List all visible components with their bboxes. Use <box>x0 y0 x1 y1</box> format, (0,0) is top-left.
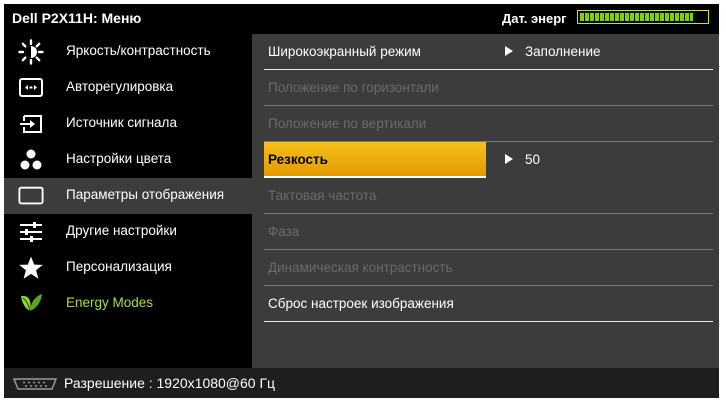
energy-meter <box>577 10 709 24</box>
osd-menu: Dell P2X11H: Меню Дат. энерг Яркость/кон… <box>4 4 719 398</box>
option-label: Фаза <box>268 224 300 239</box>
sidebar-item-label: Energy Modes <box>66 295 154 310</box>
display-settings-icon <box>18 183 44 209</box>
sidebar-item-label: Настройки цвета <box>66 151 172 166</box>
brightness-icon <box>18 39 44 65</box>
option-label: Тактовая частота <box>268 188 377 203</box>
option-reset-display-settings[interactable]: Сброс настроек изображения <box>258 286 713 322</box>
connector-icon <box>12 377 58 391</box>
sidebar-item-personalization[interactable]: Персонализация <box>4 250 252 286</box>
other-settings-icon <box>18 219 44 245</box>
option-label: Динамическая контрастность <box>268 260 453 275</box>
resolution-text: Разрешение : 1920x1080@60 Гц <box>64 375 276 391</box>
option-label: Сброс настроек изображения <box>268 296 454 311</box>
option-sharpness[interactable]: Резкость 50 <box>258 142 713 178</box>
option-vertical-position: Положение по вертикали <box>258 106 713 142</box>
energy-meter-fill <box>580 13 693 21</box>
option-label: Резкость <box>268 152 328 167</box>
sidebar-item-input-source[interactable]: Источник сигнала <box>4 106 252 142</box>
star-icon <box>18 255 44 281</box>
status-footer: Разрешение : 1920x1080@60 Гц <box>4 368 719 398</box>
settings-panel: Широкоэкранный режим Заполнение Положени… <box>252 34 719 368</box>
option-label: Положение по вертикали <box>268 116 427 131</box>
option-label: Положение по горизонтали <box>268 80 439 95</box>
sidebar-item-auto-adjust[interactable]: Авторегулировка <box>4 70 252 106</box>
sidebar-item-label: Яркость/контрастность <box>66 43 211 58</box>
sidebar-item-other-settings[interactable]: Другие настройки <box>4 214 252 250</box>
input-source-icon <box>18 111 44 137</box>
option-phase: Фаза <box>258 214 713 250</box>
option-value: Заполнение <box>505 44 601 59</box>
play-arrow-icon <box>505 46 513 56</box>
energy-leaf-icon <box>18 291 44 317</box>
sidebar-item-label: Параметры отображения <box>66 187 225 202</box>
auto-adjust-icon <box>18 75 44 101</box>
play-arrow-icon <box>505 154 513 164</box>
option-value: 50 <box>505 152 540 167</box>
sidebar-item-display-settings[interactable]: Параметры отображения <box>4 178 252 214</box>
option-widescreen-mode[interactable]: Широкоэкранный режим Заполнение <box>258 34 713 70</box>
menu-header: Dell P2X11H: Меню Дат. энерг <box>4 4 719 34</box>
option-clock: Тактовая частота <box>258 178 713 214</box>
menu-title: Dell P2X11H: Меню <box>12 10 142 26</box>
sidebar-item-color-settings[interactable]: Настройки цвета <box>4 142 252 178</box>
option-label: Широкоэкранный режим <box>268 44 421 59</box>
energy-meter-label: Дат. энерг <box>502 11 567 26</box>
sidebar-item-label: Персонализация <box>66 259 172 274</box>
sidebar-item-label: Другие настройки <box>66 223 177 238</box>
sidebar: Яркость/контрастность Авторегулировка Ис… <box>4 34 252 368</box>
sidebar-item-label: Источник сигнала <box>66 115 177 130</box>
color-settings-icon <box>18 147 44 173</box>
option-dynamic-contrast: Динамическая контрастность <box>258 250 713 286</box>
sidebar-item-brightness-contrast[interactable]: Яркость/контрастность <box>4 34 252 70</box>
row-divider <box>264 321 713 322</box>
option-horizontal-position: Положение по горизонтали <box>258 70 713 106</box>
sidebar-item-label: Авторегулировка <box>66 79 174 94</box>
sidebar-item-energy-modes[interactable]: Energy Modes <box>4 286 252 322</box>
